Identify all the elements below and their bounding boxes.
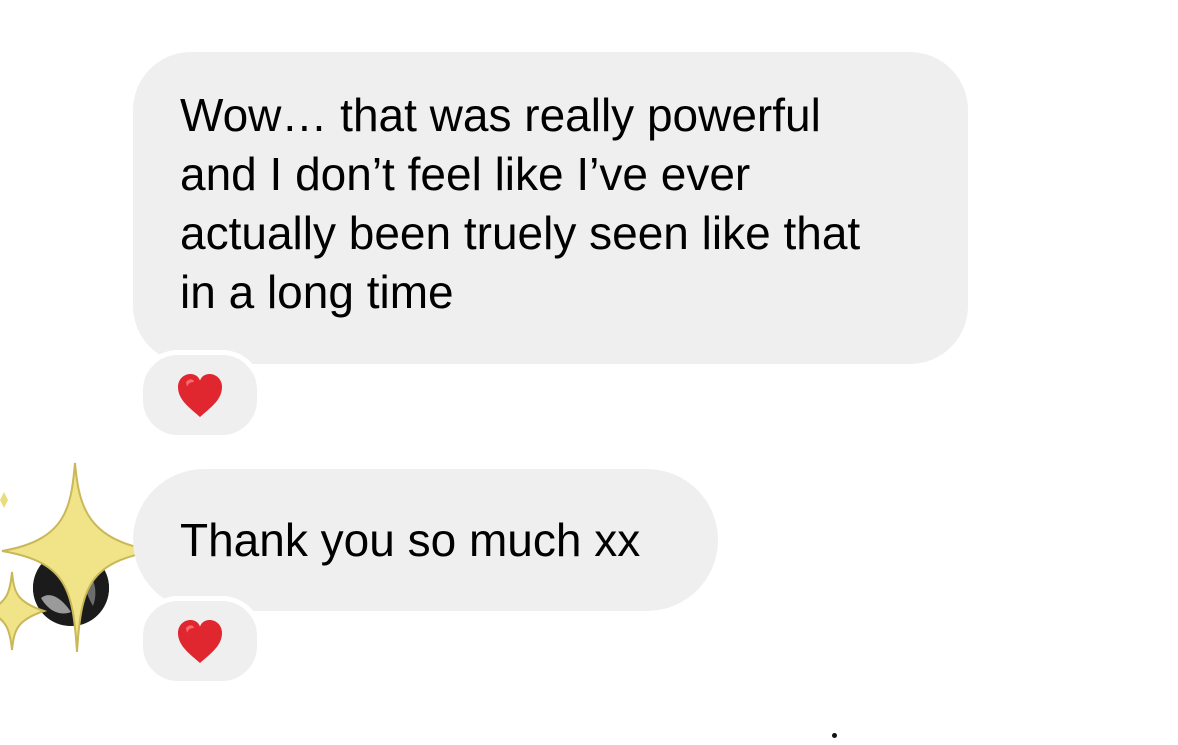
message-text-line: Thank you so much xx: [180, 514, 641, 566]
message-text-line: Wow… that was really powerful: [180, 89, 821, 141]
chat-thread: Wow… that was really powerful and I don’…: [0, 0, 1178, 745]
message-bubble[interactable]: Wow… that was really powerful and I don’…: [133, 52, 968, 364]
reaction-badge[interactable]: [138, 350, 262, 440]
message-text-line: and I don’t feel like I’ve ever: [180, 148, 751, 200]
reaction-badge[interactable]: [138, 596, 262, 686]
heart-icon: [178, 620, 222, 663]
message-text-line: in a long time: [180, 266, 454, 318]
scroll-indicator-dot: [832, 733, 837, 738]
message-text-line: actually been truely seen like that: [180, 207, 861, 259]
heart-icon: [178, 374, 222, 417]
message-bubble[interactable]: Thank you so much xx: [133, 469, 718, 611]
